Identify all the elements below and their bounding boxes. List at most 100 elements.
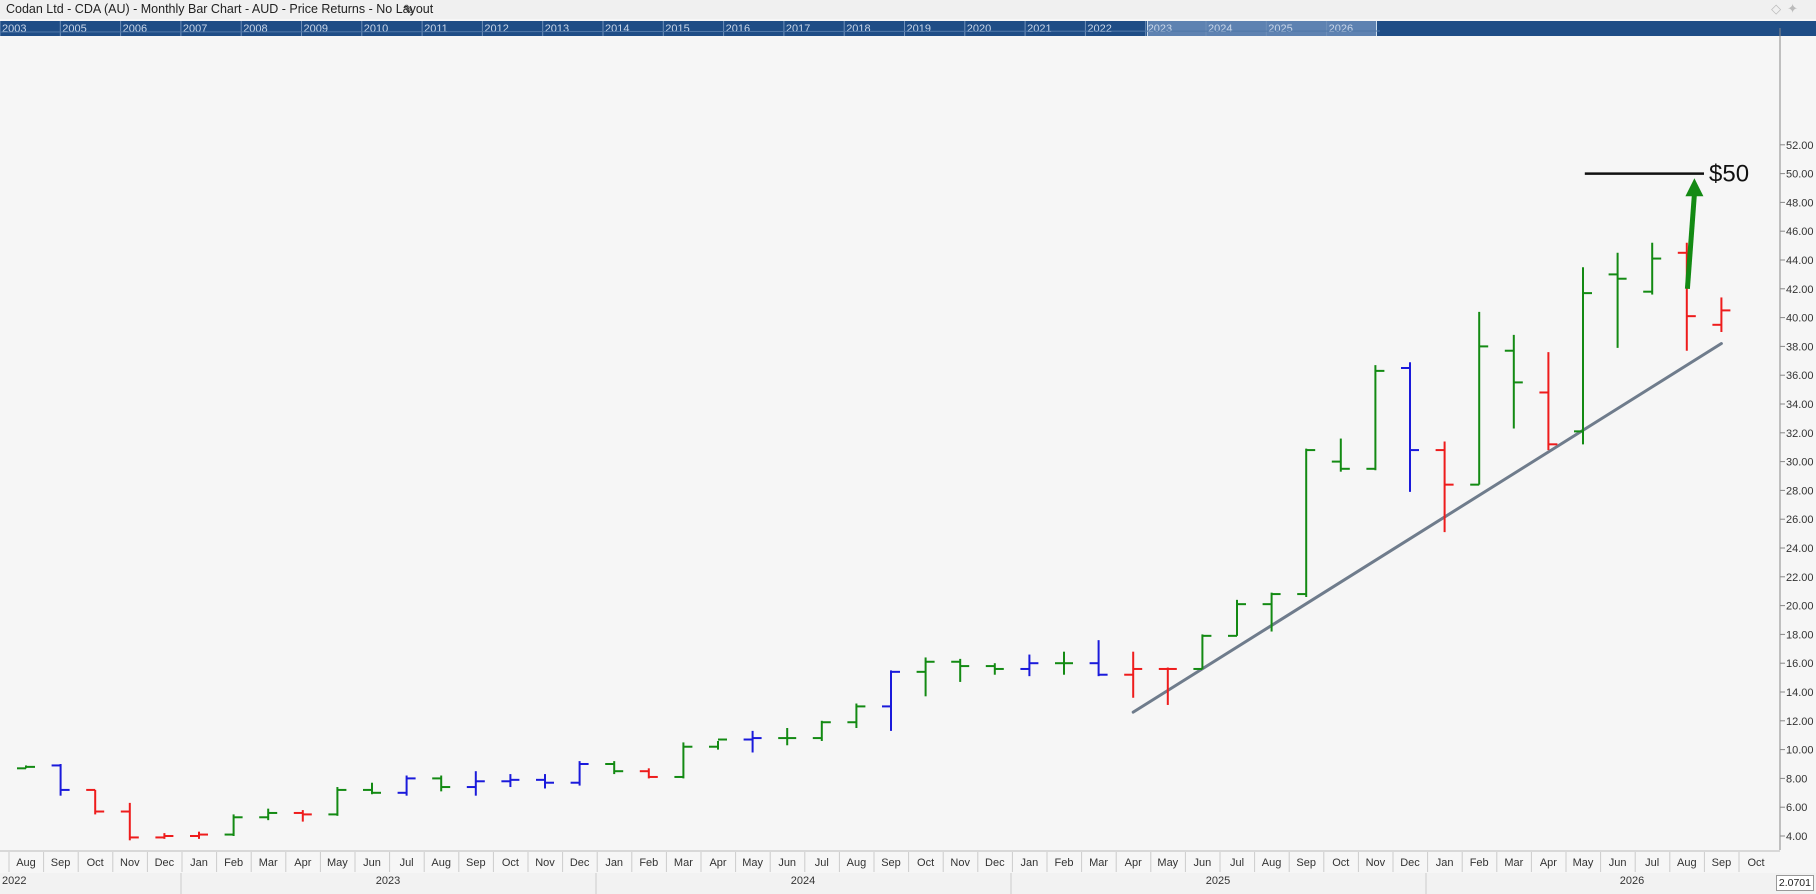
y-tick-label: 38.00	[1786, 341, 1814, 353]
month-label: Sep	[1296, 857, 1316, 869]
y-tick-label: 34.00	[1786, 399, 1814, 411]
ohlc-bar	[1331, 438, 1350, 472]
month-label: Jun	[1609, 857, 1627, 869]
navigator-year-label: 2003	[2, 23, 26, 35]
y-tick-label: 4.00	[1786, 831, 1807, 843]
trendline-layer	[1131, 342, 1723, 714]
month-label: Feb	[1470, 857, 1489, 869]
month-label: Nov	[535, 857, 555, 869]
month-label: Mar	[1504, 857, 1523, 869]
month-label: Jun	[778, 857, 796, 869]
ohlc-bar	[1055, 651, 1073, 675]
y-tick-label: 22.00	[1786, 572, 1814, 584]
ohlc-bar	[1089, 640, 1108, 677]
month-label: Jun	[363, 857, 381, 869]
ohlc-bar	[501, 774, 520, 788]
navigator-year-label: 2012	[484, 23, 508, 35]
month-label: Apr	[294, 857, 311, 869]
y-tick-label: 8.00	[1786, 773, 1807, 785]
y-tick-label: 16.00	[1786, 658, 1814, 670]
ohlc-bar	[1470, 311, 1489, 486]
y-tick-label: 32.00	[1786, 428, 1814, 440]
navigator-year-label: 2009	[304, 23, 328, 35]
y-tick-label: 42.00	[1786, 284, 1814, 296]
ohlc-bars	[17, 242, 1731, 841]
month-label: Jan	[190, 857, 208, 869]
ohlc-bar	[570, 761, 589, 786]
month-label: Jun	[1194, 857, 1212, 869]
y-tick-label: 48.00	[1786, 197, 1814, 209]
ohlc-bar	[224, 814, 243, 836]
month-label: Jul	[1645, 857, 1659, 869]
month-label: Oct	[1747, 857, 1764, 869]
month-label: May	[1157, 857, 1178, 869]
ohlc-bar	[466, 771, 485, 796]
month-label: Oct	[917, 857, 934, 869]
y-tick-label: 30.00	[1786, 457, 1814, 469]
month-label: Dec	[570, 857, 590, 869]
month-label: Jan	[1021, 857, 1039, 869]
month-label: Oct	[1332, 857, 1349, 869]
target-arrow-shaft	[1684, 194, 1697, 289]
ohlc-bar	[985, 663, 1004, 675]
navigator-year-label: 2015	[665, 23, 689, 35]
ohlc-bar	[328, 787, 347, 816]
y-tick-label: 44.00	[1786, 255, 1814, 267]
ohlc-bar	[1401, 362, 1419, 492]
ohlc-bar	[155, 833, 174, 839]
month-label: Aug	[1262, 857, 1282, 869]
ohlc-bar	[812, 720, 831, 741]
y-tick-label: 50.00	[1786, 169, 1814, 181]
navigator-year-label: 2020	[967, 23, 991, 35]
ohlc-bar	[882, 670, 900, 731]
month-label: Feb	[224, 857, 243, 869]
y-tick-label: 14.00	[1786, 687, 1814, 699]
month-label: Aug	[16, 857, 36, 869]
month-label: Dec	[155, 857, 175, 869]
month-label: Jan	[605, 857, 623, 869]
month-label: Oct	[87, 857, 104, 869]
ohlc-bar	[951, 658, 970, 682]
ohlc-bar	[1297, 448, 1316, 597]
ohlc-bar	[1435, 441, 1454, 533]
navigator-year-label: 2017	[786, 23, 810, 35]
month-label: Aug	[847, 857, 867, 869]
ohlc-bar	[1228, 599, 1246, 637]
navigator-year-label: 2024	[1208, 23, 1232, 35]
ohlc-bar	[778, 728, 797, 746]
price-chart[interactable]: 2003 2005 2006 2007 2008 2009 2010 2011 2012 2013…	[0, 0, 1816, 894]
ohlc-bar	[1643, 242, 1662, 295]
ohlc-bar	[1504, 334, 1523, 429]
navigator-year-label: 2013	[545, 23, 569, 35]
navigator-year-label: 2010	[364, 23, 388, 35]
ohlc-bar	[1124, 651, 1143, 698]
month-label: Jan	[1436, 857, 1454, 869]
month-label: May	[1573, 857, 1594, 869]
month-label: Nov	[1366, 857, 1386, 869]
ohlc-bar	[1608, 252, 1627, 348]
month-label: Nov	[950, 857, 970, 869]
month-label: Apr	[1125, 857, 1142, 869]
ohlc-bar	[1366, 365, 1385, 471]
navigator-year-label: 2026	[1329, 23, 1353, 35]
navigator-year-label: 2011	[424, 23, 448, 35]
ohlc-bar	[1574, 267, 1592, 445]
month-label: Aug	[431, 857, 451, 869]
navigator-year-label: 2005	[62, 23, 86, 35]
ohlc-bar	[847, 703, 866, 728]
price-axis: 4.00 6.00 8.00 10.00 12.00 14.00 16.00 18.00 20.…	[1779, 28, 1814, 850]
month-label: Dec	[985, 857, 1005, 869]
ohlc-bar	[259, 808, 278, 821]
month-label: Mar	[1089, 857, 1108, 869]
navigator-year-label: 2018	[846, 23, 870, 35]
y-tick-label: 12.00	[1786, 716, 1814, 728]
navigator-year-label: 2008	[243, 23, 267, 35]
y-tick-label: 6.00	[1786, 802, 1807, 814]
month-label: Nov	[120, 857, 140, 869]
target-arrow-head	[1685, 178, 1704, 197]
y-tick-label: 28.00	[1786, 485, 1814, 497]
ohlc-bar	[17, 765, 35, 770]
month-label: Aug	[1677, 857, 1697, 869]
ohlc-bar	[674, 742, 693, 779]
month-label: Mar	[674, 857, 693, 869]
